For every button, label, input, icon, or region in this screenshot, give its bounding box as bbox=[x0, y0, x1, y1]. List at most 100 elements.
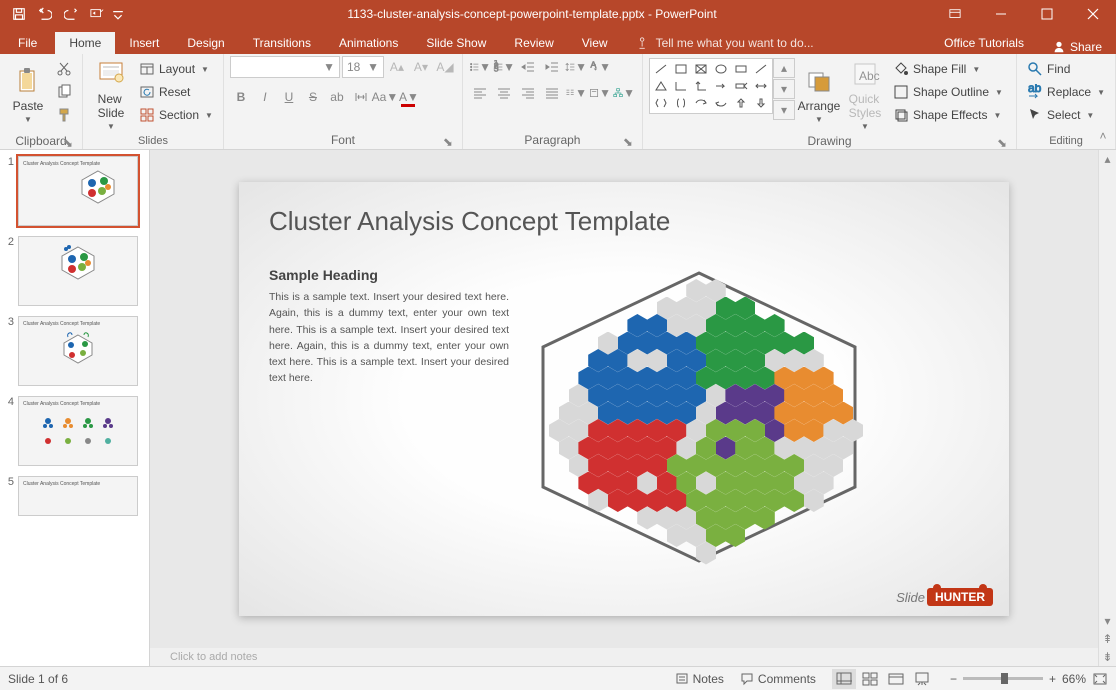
maximize-icon[interactable] bbox=[1024, 0, 1070, 28]
font-launcher-icon[interactable]: ⬊ bbox=[442, 135, 454, 147]
slide-sorter-view-icon[interactable] bbox=[858, 669, 882, 689]
thumb-number: 2 bbox=[4, 236, 14, 306]
tab-insert[interactable]: Insert bbox=[115, 32, 173, 54]
font-color-icon[interactable]: A▼ bbox=[398, 86, 420, 108]
tab-slideshow[interactable]: Slide Show bbox=[412, 32, 500, 54]
copy-button[interactable] bbox=[52, 81, 76, 103]
slide-thumbnail-3[interactable]: Cluster Analysis Concept Template bbox=[18, 316, 138, 386]
slide-title[interactable]: Cluster Analysis Concept Template bbox=[269, 206, 979, 237]
change-case-icon[interactable]: Aa▼ bbox=[374, 86, 396, 108]
slide-thumbnail-1[interactable]: Cluster Analysis Concept Template bbox=[18, 156, 138, 226]
smartart-icon[interactable]: ▼ bbox=[613, 82, 635, 104]
section-button[interactable]: Section▼ bbox=[135, 104, 217, 126]
prev-slide-icon[interactable]: ⇞ bbox=[1099, 630, 1116, 648]
new-slide-button[interactable]: New Slide▼ bbox=[89, 56, 133, 132]
shrink-font-icon[interactable]: A▾ bbox=[410, 56, 432, 78]
shape-fill-button[interactable]: Shape Fill▼ bbox=[889, 58, 1007, 80]
bold-icon[interactable]: B bbox=[230, 86, 252, 108]
tab-view[interactable]: View bbox=[568, 32, 622, 54]
qat-customize-icon[interactable] bbox=[112, 3, 124, 25]
shapes-scroll-up-icon[interactable]: ▴ bbox=[773, 58, 795, 78]
tab-transitions[interactable]: Transitions bbox=[239, 32, 325, 54]
cut-button[interactable] bbox=[52, 58, 76, 80]
scroll-up-icon[interactable]: ▴ bbox=[1099, 150, 1116, 168]
close-icon[interactable] bbox=[1070, 0, 1116, 28]
vertical-scrollbar[interactable]: ▴ ▾ ⇞ ⇟ bbox=[1098, 150, 1116, 666]
comments-button[interactable]: Comments bbox=[740, 672, 816, 686]
tab-design[interactable]: Design bbox=[173, 32, 238, 54]
notes-placeholder[interactable]: Click to add notes bbox=[150, 648, 1098, 666]
office-tutorials[interactable]: Office Tutorials bbox=[930, 32, 1038, 54]
zoom-slider[interactable] bbox=[963, 677, 1043, 680]
select-button[interactable]: Select▼ bbox=[1023, 104, 1109, 126]
clear-formatting-icon[interactable]: A◢ bbox=[434, 56, 456, 78]
strikethrough-icon[interactable]: S bbox=[302, 86, 324, 108]
bullets-icon[interactable]: ▼ bbox=[469, 56, 491, 78]
tab-home[interactable]: Home bbox=[55, 32, 115, 54]
reading-view-icon[interactable] bbox=[884, 669, 908, 689]
tell-me-search[interactable]: Tell me what you want to do... bbox=[622, 32, 828, 54]
italic-icon[interactable]: I bbox=[254, 86, 276, 108]
justify-icon[interactable] bbox=[541, 82, 563, 104]
scroll-down-icon[interactable]: ▾ bbox=[1099, 612, 1116, 630]
share-button[interactable]: Share bbox=[1038, 40, 1116, 54]
sample-heading[interactable]: Sample Heading bbox=[269, 267, 509, 283]
find-button[interactable]: Find bbox=[1023, 58, 1109, 80]
quick-styles-button[interactable]: Abc Quick Styles▼ bbox=[843, 56, 887, 132]
hexagon-cluster-graphic[interactable] bbox=[529, 267, 869, 567]
tab-file[interactable]: File bbox=[0, 32, 55, 54]
paste-button[interactable]: Paste▼ bbox=[6, 56, 50, 132]
text-direction-icon[interactable]: A▼ bbox=[589, 56, 611, 78]
slide-thumbnail-5[interactable]: Cluster Analysis Concept Template bbox=[18, 476, 138, 516]
shadow-icon[interactable]: ab bbox=[326, 86, 348, 108]
shapes-gallery[interactable] bbox=[649, 58, 773, 114]
zoom-level[interactable]: 66% bbox=[1062, 672, 1086, 686]
numbering-icon[interactable]: 123▼ bbox=[493, 56, 515, 78]
shapes-scroll-down-icon[interactable]: ▾ bbox=[773, 79, 795, 99]
font-size-select[interactable]: 18▼ bbox=[342, 56, 384, 78]
next-slide-icon[interactable]: ⇟ bbox=[1099, 648, 1116, 666]
zoom-out-icon[interactable]: − bbox=[950, 672, 957, 686]
slideshow-view-icon[interactable] bbox=[910, 669, 934, 689]
shape-effects-button[interactable]: Shape Effects▼ bbox=[889, 104, 1007, 126]
minimize-icon[interactable] bbox=[978, 0, 1024, 28]
layout-button[interactable]: Layout▼ bbox=[135, 58, 217, 80]
clipboard-launcher-icon[interactable]: ⬊ bbox=[62, 136, 74, 148]
slide-canvas[interactable]: Cluster Analysis Concept Template Sample… bbox=[150, 150, 1098, 648]
undo-icon[interactable] bbox=[34, 3, 56, 25]
ribbon-display-icon[interactable] bbox=[932, 0, 978, 28]
grow-font-icon[interactable]: A▴ bbox=[386, 56, 408, 78]
notes-button[interactable]: Notes bbox=[675, 672, 724, 686]
shape-outline-button[interactable]: Shape Outline▼ bbox=[889, 81, 1007, 103]
shapes-more-icon[interactable]: ▾ bbox=[773, 100, 795, 120]
align-center-icon[interactable] bbox=[493, 82, 515, 104]
save-icon[interactable] bbox=[8, 3, 30, 25]
slide-thumbnail-2[interactable] bbox=[18, 236, 138, 306]
replace-button[interactable]: abReplace▼ bbox=[1023, 81, 1109, 103]
sample-body-text[interactable]: This is a sample text. Insert your desir… bbox=[269, 289, 509, 387]
start-from-beginning-icon[interactable] bbox=[86, 3, 108, 25]
align-text-icon[interactable]: ▼ bbox=[589, 82, 611, 104]
slide-thumbnail-4[interactable]: Cluster Analysis Concept Template bbox=[18, 396, 138, 466]
normal-view-icon[interactable] bbox=[832, 669, 856, 689]
format-painter-button[interactable] bbox=[52, 104, 76, 126]
columns-icon[interactable]: ▼ bbox=[565, 82, 587, 104]
redo-icon[interactable] bbox=[60, 3, 82, 25]
char-spacing-icon[interactable] bbox=[350, 86, 372, 108]
line-spacing-icon[interactable]: ▼ bbox=[565, 56, 587, 78]
paragraph-launcher-icon[interactable]: ⬊ bbox=[622, 135, 634, 147]
tab-review[interactable]: Review bbox=[500, 32, 567, 54]
underline-icon[interactable]: U bbox=[278, 86, 300, 108]
increase-indent-icon[interactable] bbox=[541, 56, 563, 78]
align-left-icon[interactable] bbox=[469, 82, 491, 104]
collapse-ribbon-icon[interactable]: ˄ bbox=[1094, 127, 1112, 145]
tab-animations[interactable]: Animations bbox=[325, 32, 412, 54]
align-right-icon[interactable] bbox=[517, 82, 539, 104]
decrease-indent-icon[interactable] bbox=[517, 56, 539, 78]
zoom-in-icon[interactable]: + bbox=[1049, 672, 1056, 686]
fit-to-window-icon[interactable] bbox=[1092, 672, 1108, 686]
reset-button[interactable]: Reset bbox=[135, 81, 217, 103]
drawing-launcher-icon[interactable]: ⬊ bbox=[996, 136, 1008, 148]
font-name-select[interactable]: ▼ bbox=[230, 56, 340, 78]
arrange-button[interactable]: Arrange▼ bbox=[797, 56, 841, 132]
